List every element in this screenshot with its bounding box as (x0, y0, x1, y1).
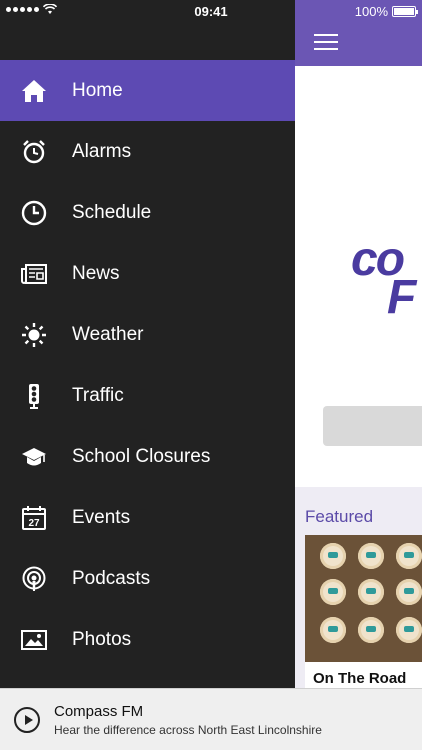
graduation-cap-icon (21, 444, 47, 470)
hamburger-menu-icon[interactable] (314, 34, 338, 50)
menu-label-weather: Weather (72, 323, 144, 345)
main-content: co F Featured On The Road (295, 0, 422, 750)
menu-label-school-closures: School Closures (72, 445, 211, 467)
photos-icon (21, 627, 47, 653)
menu-item-photos[interactable]: Photos (0, 609, 295, 670)
menu-item-traffic[interactable]: Traffic (0, 365, 295, 426)
newspaper-icon (21, 261, 47, 287)
menu-item-home[interactable]: Home (0, 60, 295, 121)
menu-item-weather[interactable]: Weather (0, 304, 295, 365)
battery-icon (392, 6, 418, 17)
sun-icon (21, 322, 47, 348)
calendar-icon: 27 (21, 505, 47, 531)
menu-item-alarms[interactable]: Alarms (0, 121, 295, 182)
listen-button[interactable] (323, 406, 422, 446)
status-bar: 09:41 100% (0, 0, 422, 22)
calendar-day-number: 27 (28, 518, 40, 529)
clock-icon (21, 200, 47, 226)
play-icon[interactable] (14, 707, 40, 733)
home-icon (21, 78, 47, 104)
menu-label-news: News (72, 262, 120, 284)
battery-area: 100% (354, 4, 418, 19)
menu-label-traffic: Traffic (72, 384, 124, 406)
menu-label-podcasts: Podcasts (72, 567, 151, 589)
menu-item-schedule[interactable]: Schedule (0, 182, 295, 243)
now-playing-bar: Compass FM Hear the difference across No… (0, 688, 422, 750)
station-name: Compass FM (54, 703, 144, 720)
drawer-menu: Home Alarms Schedule News Weather Traffi… (0, 60, 295, 670)
menu-item-news[interactable]: News (0, 243, 295, 304)
menu-label-events: Events (72, 506, 131, 528)
logo-area: co F (295, 66, 422, 486)
podcast-icon (21, 566, 47, 592)
menu-label-home: Home (72, 79, 123, 101)
traffic-light-icon (21, 383, 47, 409)
menu-label-schedule: Schedule (72, 201, 152, 223)
menu-item-school-closures[interactable]: School Closures (0, 426, 295, 487)
menu-label-alarms: Alarms (72, 140, 132, 162)
menu-item-podcasts[interactable]: Podcasts (0, 548, 295, 609)
featured-label: Featured (305, 507, 374, 526)
navigation-drawer: Home Alarms Schedule News Weather Traffi… (0, 0, 295, 750)
station-logo: co F (351, 236, 416, 322)
featured-image (305, 535, 422, 662)
menu-label-photos: Photos (72, 628, 132, 650)
menu-item-events[interactable]: 27 Events (0, 487, 295, 548)
station-tagline: Hear the difference across North East Li… (54, 723, 322, 737)
battery-percent: 100% (354, 4, 388, 19)
alarm-clock-icon (21, 139, 47, 165)
featured-card[interactable]: On The Road (305, 535, 422, 695)
